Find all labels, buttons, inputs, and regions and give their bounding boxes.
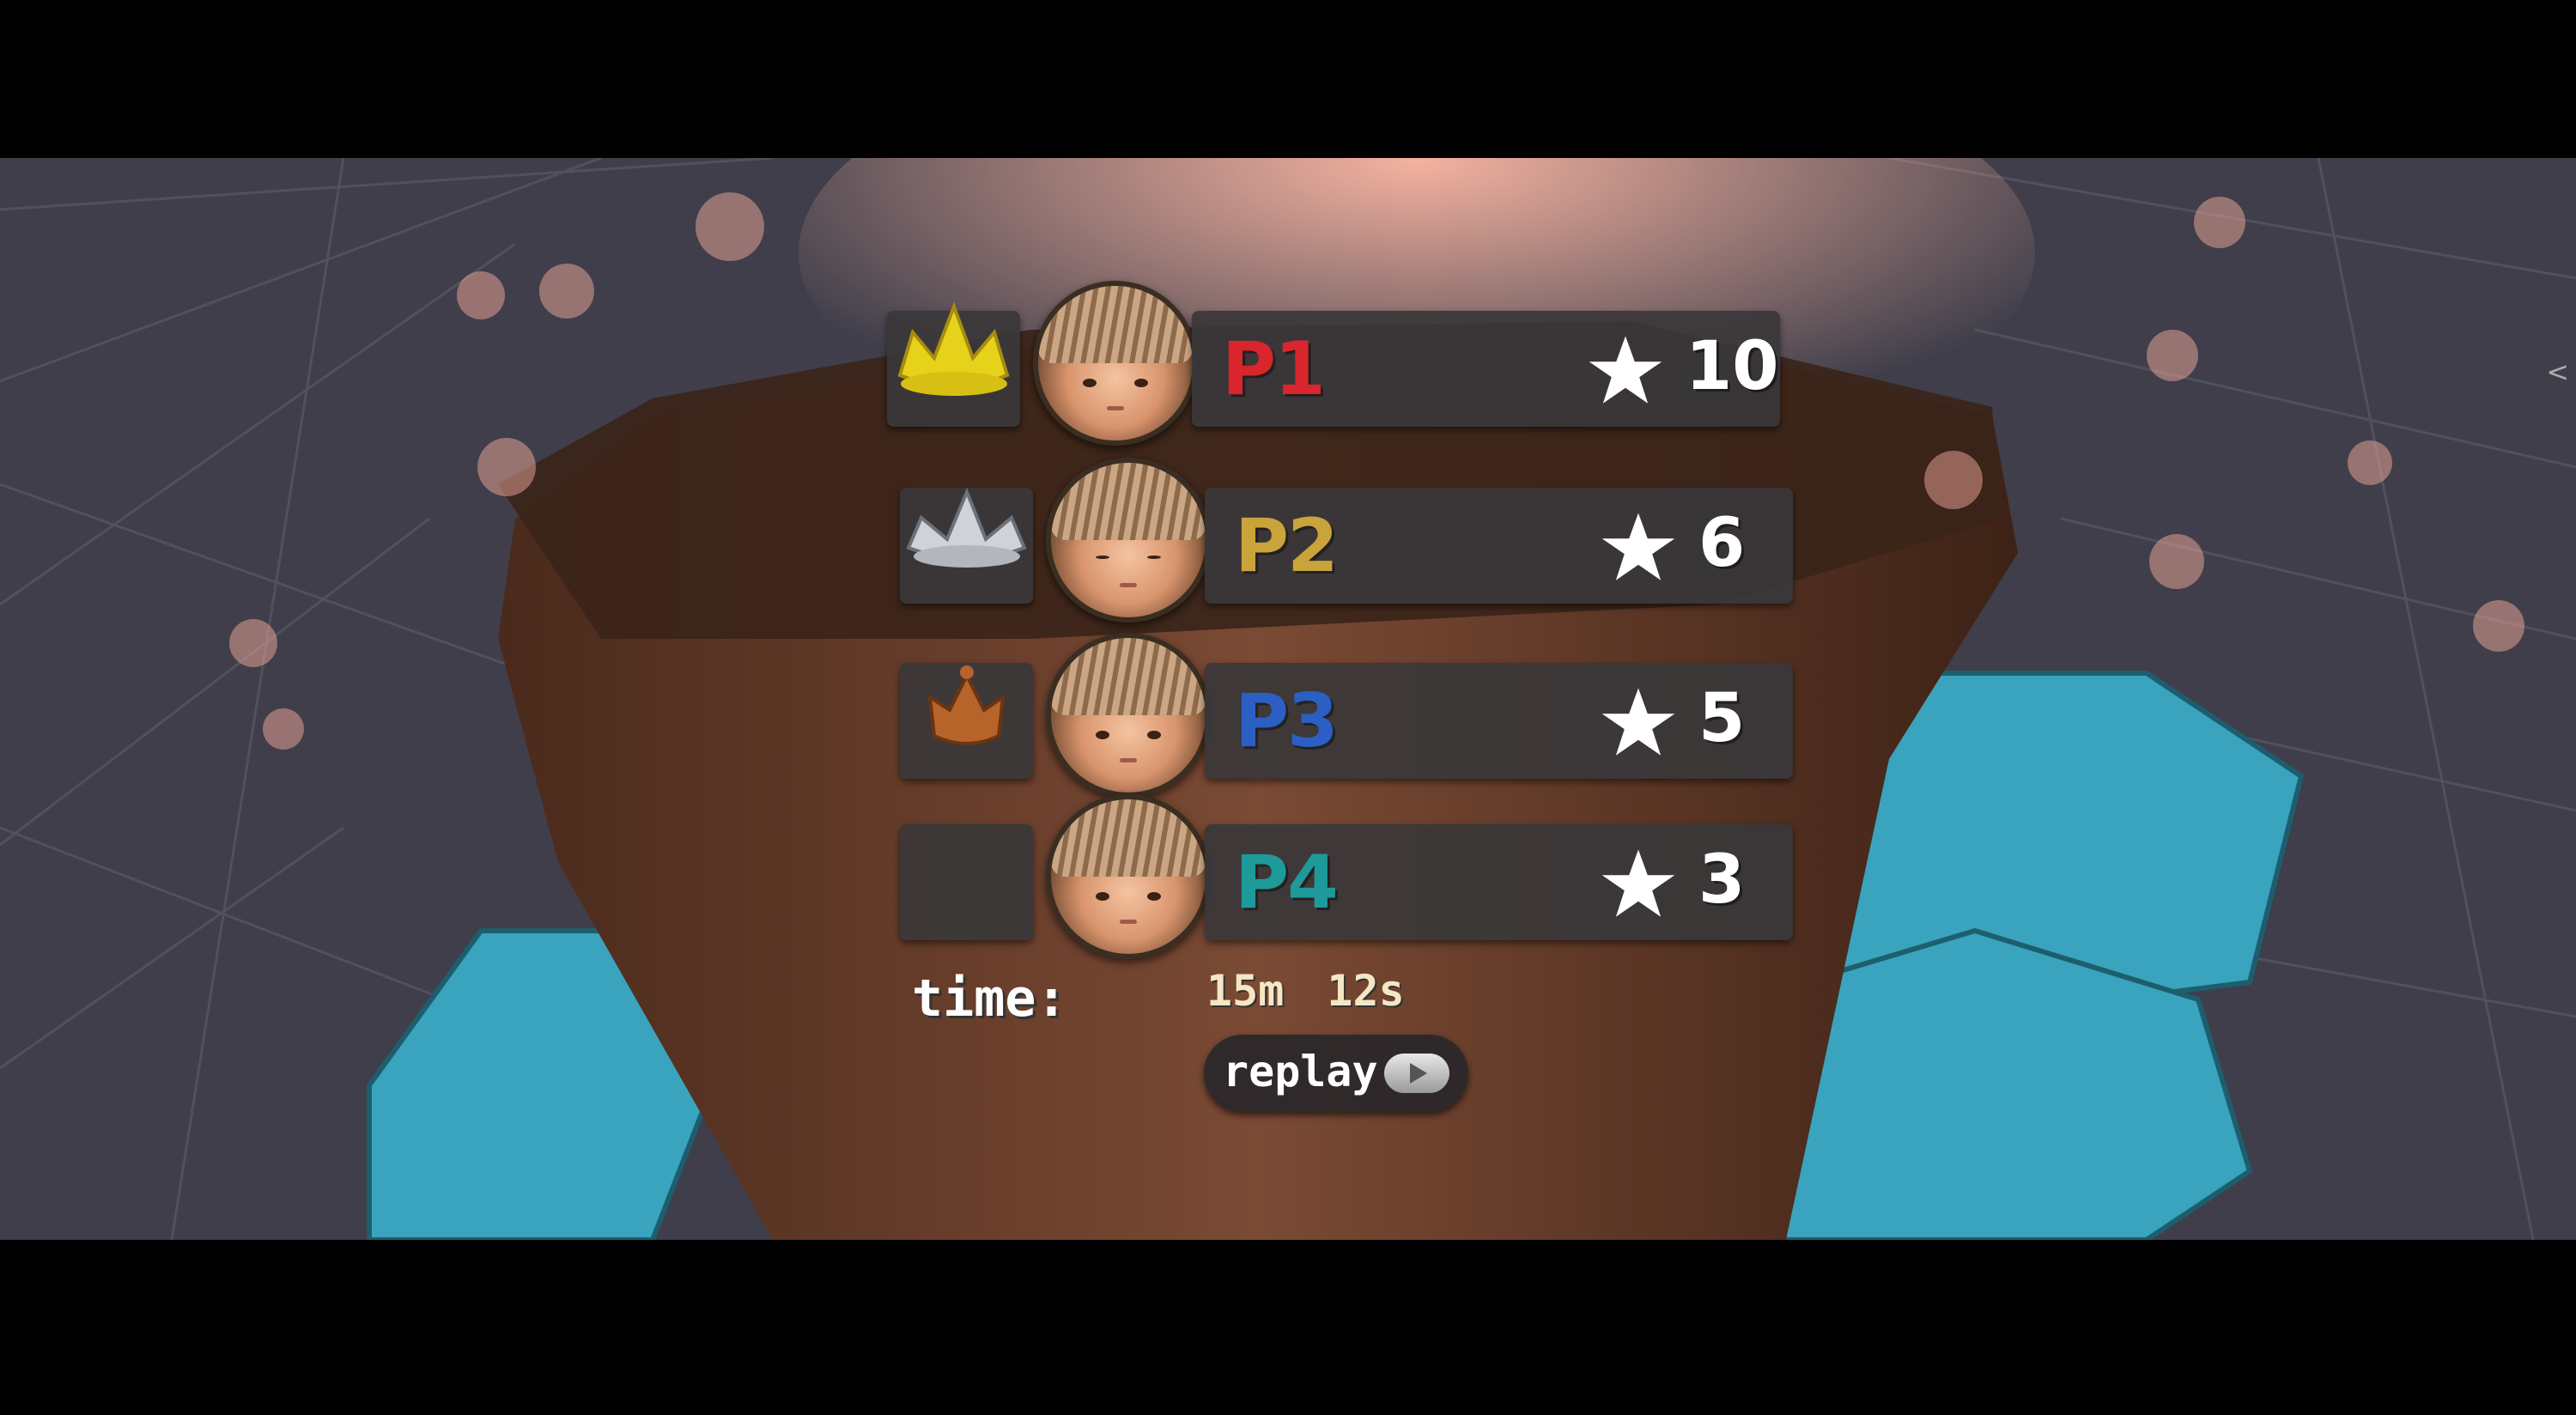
player-avatar	[1046, 794, 1211, 959]
player-score: 5	[1698, 680, 1746, 757]
player-avatar	[1033, 281, 1198, 446]
time-label: time:	[912, 969, 1067, 1029]
player-avatar	[1046, 458, 1211, 622]
player-row-4: P4 3	[900, 794, 1793, 959]
player-avatar	[1046, 633, 1211, 798]
star-icon	[1589, 336, 1662, 404]
star-icon	[1601, 513, 1675, 580]
bronze-crown-icon	[927, 665, 1005, 745]
player-name: P2	[1235, 503, 1339, 589]
time-value: 15m 12s	[1206, 966, 1405, 1016]
rank-slot	[900, 824, 1033, 940]
rank-slot	[900, 663, 1033, 779]
side-indicator: <	[2546, 355, 2569, 388]
player-score: 6	[1698, 505, 1746, 582]
silver-crown-icon	[906, 487, 1027, 568]
star-icon	[1601, 849, 1675, 917]
player-name: P1	[1222, 326, 1326, 412]
player-row-1: P1 10	[887, 281, 1780, 446]
player-row-2: P2 6	[900, 458, 1793, 622]
player-name: P3	[1235, 678, 1339, 764]
player-row-3: P3 5	[900, 633, 1793, 798]
rank-slot	[900, 487, 1033, 604]
replay-label: replay	[1223, 1047, 1378, 1096]
replay-button[interactable]: replay	[1204, 1035, 1468, 1112]
player-score: 10	[1686, 328, 1779, 405]
player-name: P4	[1235, 840, 1339, 926]
star-icon	[1601, 688, 1675, 756]
play-icon	[1384, 1054, 1449, 1093]
gold-crown-icon	[897, 301, 1010, 396]
player-score: 3	[1698, 841, 1746, 919]
rank-slot	[887, 301, 1020, 427]
